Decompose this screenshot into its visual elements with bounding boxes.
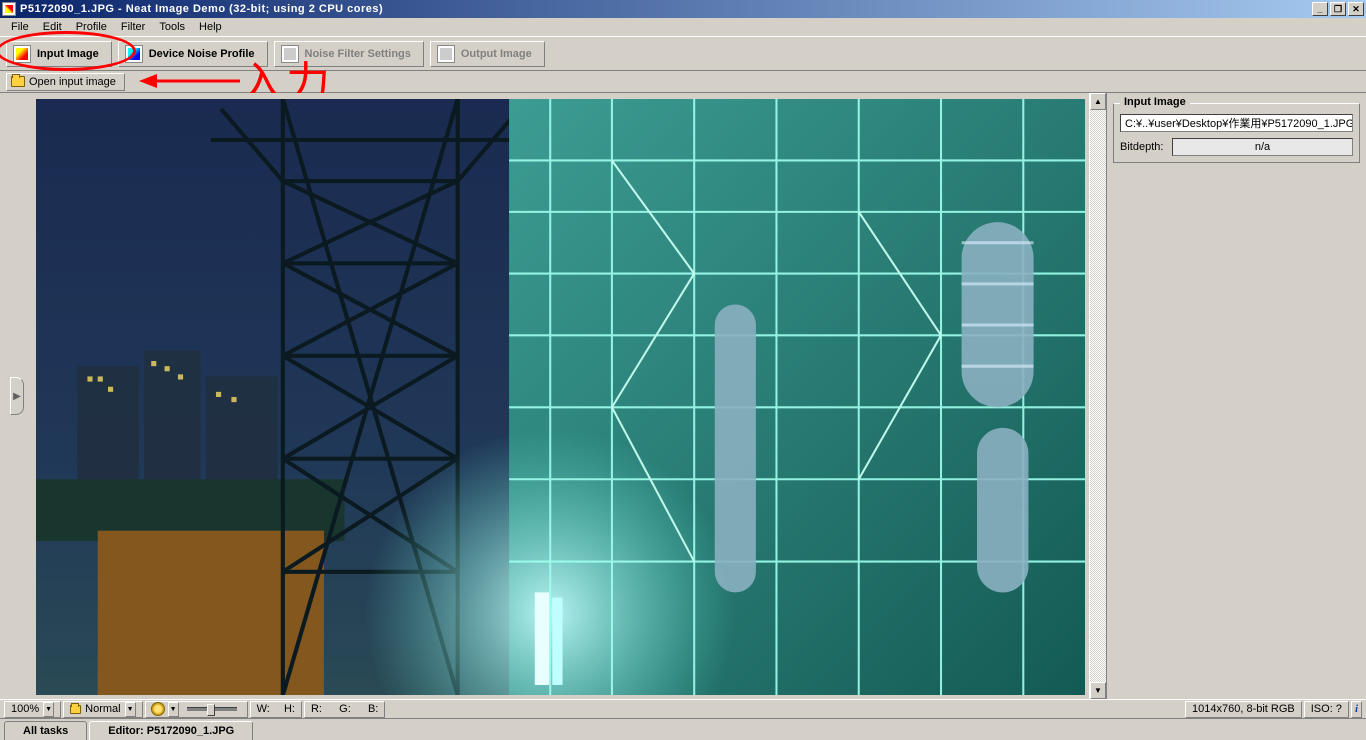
menu-bar: File Edit Profile Filter Tools Help	[0, 18, 1366, 37]
tab-output-image-label: Output Image	[461, 48, 532, 60]
menu-profile[interactable]: Profile	[69, 19, 114, 35]
app-icon	[2, 2, 16, 16]
tab-noise-filter-settings[interactable]: Noise Filter Settings	[274, 41, 424, 67]
height-label: H:	[284, 703, 295, 715]
info-icon: i	[1355, 703, 1358, 715]
input-image-path: C:¥..¥user¥Desktop¥作業用¥P5172090_1.JPG	[1120, 114, 1353, 132]
title-bar: P5172090_1.JPG - Neat Image Demo (32-bit…	[0, 0, 1366, 18]
tab-device-noise-profile-label: Device Noise Profile	[149, 48, 255, 60]
g-label: G:	[339, 703, 351, 715]
toolbar-row: Open input image 入力	[0, 71, 1366, 93]
iso-value: ISO: ?	[1311, 703, 1342, 715]
image-viewport-wrap: ▶	[0, 93, 1089, 699]
info-button[interactable]: i	[1351, 701, 1362, 718]
open-input-image-button[interactable]: Open input image	[6, 73, 125, 91]
close-button[interactable]: ✕	[1348, 2, 1364, 16]
scroll-up-button[interactable]: ▲	[1090, 93, 1106, 110]
noise-filter-settings-icon	[281, 45, 299, 63]
mode-icon	[70, 705, 81, 714]
tab-all-tasks-label: All tasks	[23, 725, 68, 737]
brightness-slider[interactable]	[187, 707, 237, 711]
annotation-arrow	[135, 67, 245, 95]
window-title: P5172090_1.JPG - Neat Image Demo (32-bit…	[20, 3, 383, 15]
rgb-readout: R: G: B:	[304, 701, 385, 718]
zoom-dropdown[interactable]: 100% ▼	[4, 701, 61, 718]
main-tabs-row: Input Image Device Noise Profile Noise F…	[0, 37, 1366, 71]
bitdepth-label: Bitdepth:	[1120, 141, 1168, 153]
image-viewport[interactable]	[36, 99, 1085, 695]
dimensions-readout: W: H:	[250, 701, 302, 718]
image-info-readout: 1014x760, 8-bit RGB	[1185, 701, 1302, 718]
brightness-icon	[152, 703, 164, 715]
dropdown-arrow-icon: ▼	[43, 702, 54, 717]
tab-input-image[interactable]: Input Image	[6, 41, 112, 67]
side-panel: Input Image C:¥..¥user¥Desktop¥作業用¥P5172…	[1106, 93, 1366, 699]
menu-help[interactable]: Help	[192, 19, 229, 35]
vertical-scrollbar[interactable]: ▲ ▼	[1089, 93, 1106, 699]
b-label: B:	[368, 703, 378, 715]
status-bar: 100% ▼ Normal ▼ ▼ W: H: R: G: B: 1014x76…	[0, 699, 1366, 718]
output-image-icon	[437, 45, 455, 63]
input-image-group: Input Image C:¥..¥user¥Desktop¥作業用¥P5172…	[1113, 103, 1360, 163]
tab-editor[interactable]: Editor: P5172090_1.JPG	[89, 721, 253, 740]
content-area: ▶	[0, 93, 1366, 699]
image-info-value: 1014x760, 8-bit RGB	[1192, 703, 1295, 715]
tab-device-noise-profile[interactable]: Device Noise Profile	[118, 41, 268, 67]
tab-noise-filter-settings-label: Noise Filter Settings	[305, 48, 411, 60]
open-input-image-label: Open input image	[29, 76, 116, 88]
iso-readout: ISO: ?	[1304, 701, 1349, 718]
tab-input-image-label: Input Image	[37, 48, 99, 60]
zoom-value: 100%	[11, 703, 39, 715]
minimize-button[interactable]: _	[1312, 2, 1328, 16]
menu-tools[interactable]: Tools	[152, 19, 192, 35]
input-image-group-title: Input Image	[1120, 96, 1190, 108]
tab-editor-label: Editor: P5172090_1.JPG	[108, 725, 234, 737]
bitdepth-value: n/a	[1172, 138, 1353, 156]
dropdown-arrow-icon: ▼	[168, 702, 179, 717]
scroll-track[interactable]	[1090, 110, 1106, 682]
menu-edit[interactable]: Edit	[36, 19, 69, 35]
brightness-control[interactable]: ▼	[145, 701, 248, 718]
view-mode-value: Normal	[85, 703, 120, 715]
dropdown-arrow-icon: ▼	[125, 702, 136, 717]
tab-output-image[interactable]: Output Image	[430, 41, 545, 67]
r-label: R:	[311, 703, 322, 715]
bottom-tabs: All tasks Editor: P5172090_1.JPG	[0, 718, 1366, 740]
menu-filter[interactable]: Filter	[114, 19, 152, 35]
menu-file[interactable]: File	[4, 19, 36, 35]
input-image-icon	[13, 45, 31, 63]
expand-side-handle[interactable]: ▶	[10, 377, 24, 415]
width-label: W:	[257, 703, 270, 715]
scroll-down-button[interactable]: ▼	[1090, 682, 1106, 699]
device-noise-profile-icon	[125, 45, 143, 63]
tab-all-tasks[interactable]: All tasks	[4, 721, 87, 740]
folder-icon	[11, 76, 25, 87]
maximize-button[interactable]: ❐	[1330, 2, 1346, 16]
view-mode-dropdown[interactable]: Normal ▼	[63, 701, 142, 718]
